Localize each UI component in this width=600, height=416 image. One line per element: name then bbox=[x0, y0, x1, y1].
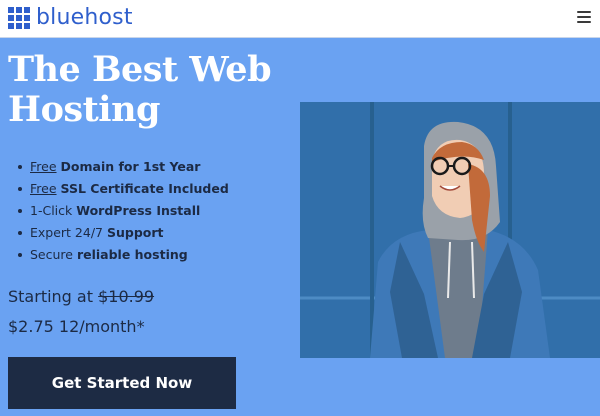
starting-price: Starting at $10.99 bbox=[8, 287, 154, 306]
hero-photo bbox=[300, 102, 600, 358]
headline-line-2: Hosting bbox=[8, 89, 161, 130]
logo-grid-icon bbox=[8, 7, 30, 29]
feature-list: Free Domain for 1st Year Free SSL Certif… bbox=[18, 156, 229, 266]
bluehost-logo[interactable]: bluehost bbox=[8, 6, 133, 30]
logo-text: bluehost bbox=[36, 5, 133, 30]
hamburger-menu-icon[interactable] bbox=[577, 10, 591, 24]
feature-item: Expert 24/7 Support bbox=[18, 222, 229, 244]
hero-headline: The Best Web Hosting bbox=[8, 50, 308, 130]
feature-item: 1-Click WordPress Install bbox=[18, 200, 229, 222]
headline-line-1: The Best Web bbox=[8, 49, 272, 90]
feature-item: Free SSL Certificate Included bbox=[18, 178, 229, 200]
current-price: $2.75 12/month* bbox=[8, 317, 145, 336]
get-started-button[interactable]: Get Started Now bbox=[8, 357, 236, 409]
feature-item: Secure reliable hosting bbox=[18, 244, 229, 266]
starting-label: Starting at bbox=[8, 287, 93, 306]
old-price: $10.99 bbox=[98, 287, 155, 306]
feature-item: Free Domain for 1st Year bbox=[18, 156, 229, 178]
top-bar: bluehost bbox=[0, 0, 600, 38]
